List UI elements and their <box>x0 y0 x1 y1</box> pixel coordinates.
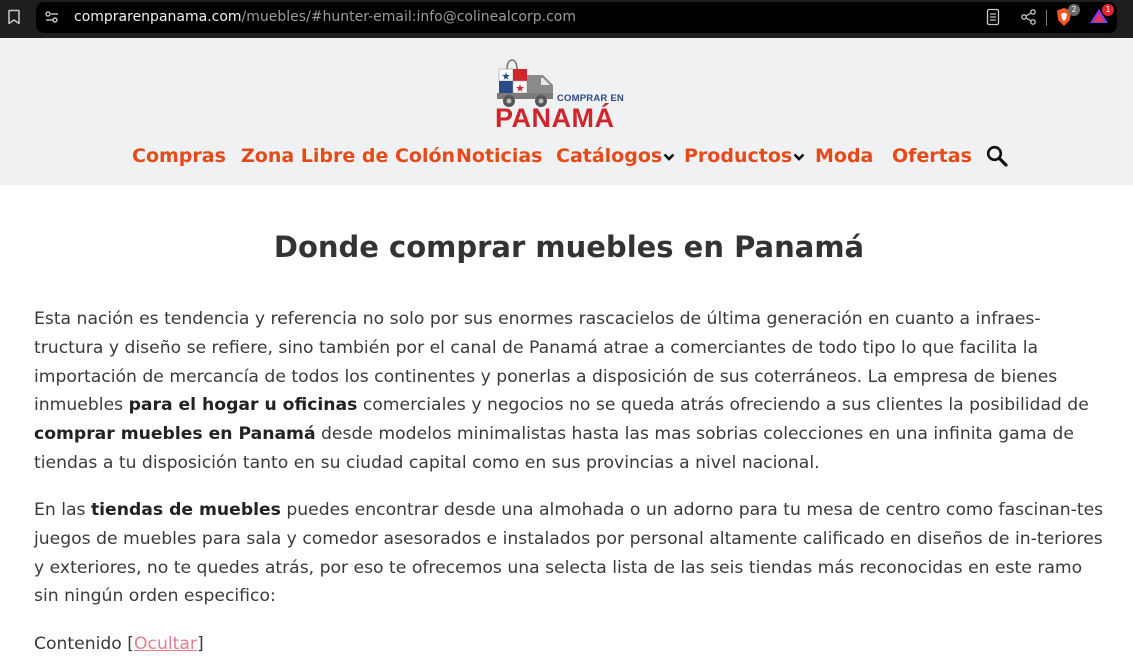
nav-item-compras[interactable]: Compras <box>132 143 226 171</box>
chevron-down-icon <box>793 153 805 161</box>
nav-item-zona-libre[interactable]: Zona Libre de Colón <box>241 143 455 171</box>
nav-label-catalogos: Catálogos <box>556 145 663 167</box>
toc-label: Contenido [ <box>34 634 134 654</box>
shields-count-badge: 2 <box>1068 4 1080 16</box>
reader-mode-icon[interactable] <box>986 8 1004 28</box>
intro-paragraph: Esta nación es tendencia y referencia no… <box>34 305 1109 478</box>
bookmark-icon[interactable] <box>4 7 24 27</box>
bold-text: tiendas de muebles <box>90 500 281 520</box>
search-icon[interactable] <box>985 144 1009 168</box>
nav-item-noticias[interactable]: Noticias <box>456 143 542 171</box>
url-host: comprarenpanama.com <box>74 9 242 25</box>
nav-item-ofertas[interactable]: Ofertas <box>892 143 972 171</box>
site-header: COMPRAR EN PANAMÁ Compras Zona Libre de … <box>0 38 1133 185</box>
nav-item-productos[interactable]: Productos <box>684 143 805 171</box>
share-icon[interactable] <box>1020 8 1038 28</box>
toolbar-separator <box>1046 10 1047 26</box>
toc-bracket: ] <box>197 634 204 654</box>
url-path: /muebles/#hunter-email:info@colinealcorp… <box>241 9 576 25</box>
address-bar[interactable]: comprarenpanama.com/muebles/#hunter-emai… <box>36 2 1117 33</box>
browser-toolbar: comprarenpanama.com/muebles/#hunter-emai… <box>0 0 1133 38</box>
bold-text: para el hogar u oficinas <box>128 395 358 416</box>
site-settings-icon[interactable] <box>44 9 60 25</box>
brave-shields-icon[interactable]: 2 <box>1055 4 1080 29</box>
toc-toggle-link[interactable]: Ocultar <box>134 634 197 654</box>
chevron-down-icon <box>663 153 675 161</box>
page-title: Donde comprar muebles en Panamá <box>273 230 865 264</box>
brave-rewards-icon[interactable]: 1 <box>1089 4 1114 29</box>
site-logo[interactable]: COMPRAR EN PANAMÁ <box>495 55 643 133</box>
url-text[interactable]: comprarenpanama.com/muebles/#hunter-emai… <box>74 2 576 33</box>
second-paragraph: En las tiendas de muebles puedes encontr… <box>34 496 1109 611</box>
nav-item-catalogos[interactable]: Catálogos <box>556 143 675 171</box>
text-span: comerciales y negocios no se queda atrás… <box>357 395 1089 416</box>
bold-text: comprar muebles en Panamá <box>34 424 316 445</box>
text-span: En las <box>34 500 91 520</box>
main-nav: Compras Zona Libre de Colón Noticias Cat… <box>0 143 1133 171</box>
rewards-count-badge: 1 <box>1102 4 1114 16</box>
logo-wordmark: PANAMÁ <box>495 103 615 133</box>
table-of-contents-header: Contenido [Ocultar] <box>34 630 204 658</box>
nav-item-moda[interactable]: Moda <box>815 143 873 171</box>
nav-label-productos: Productos <box>684 145 793 167</box>
